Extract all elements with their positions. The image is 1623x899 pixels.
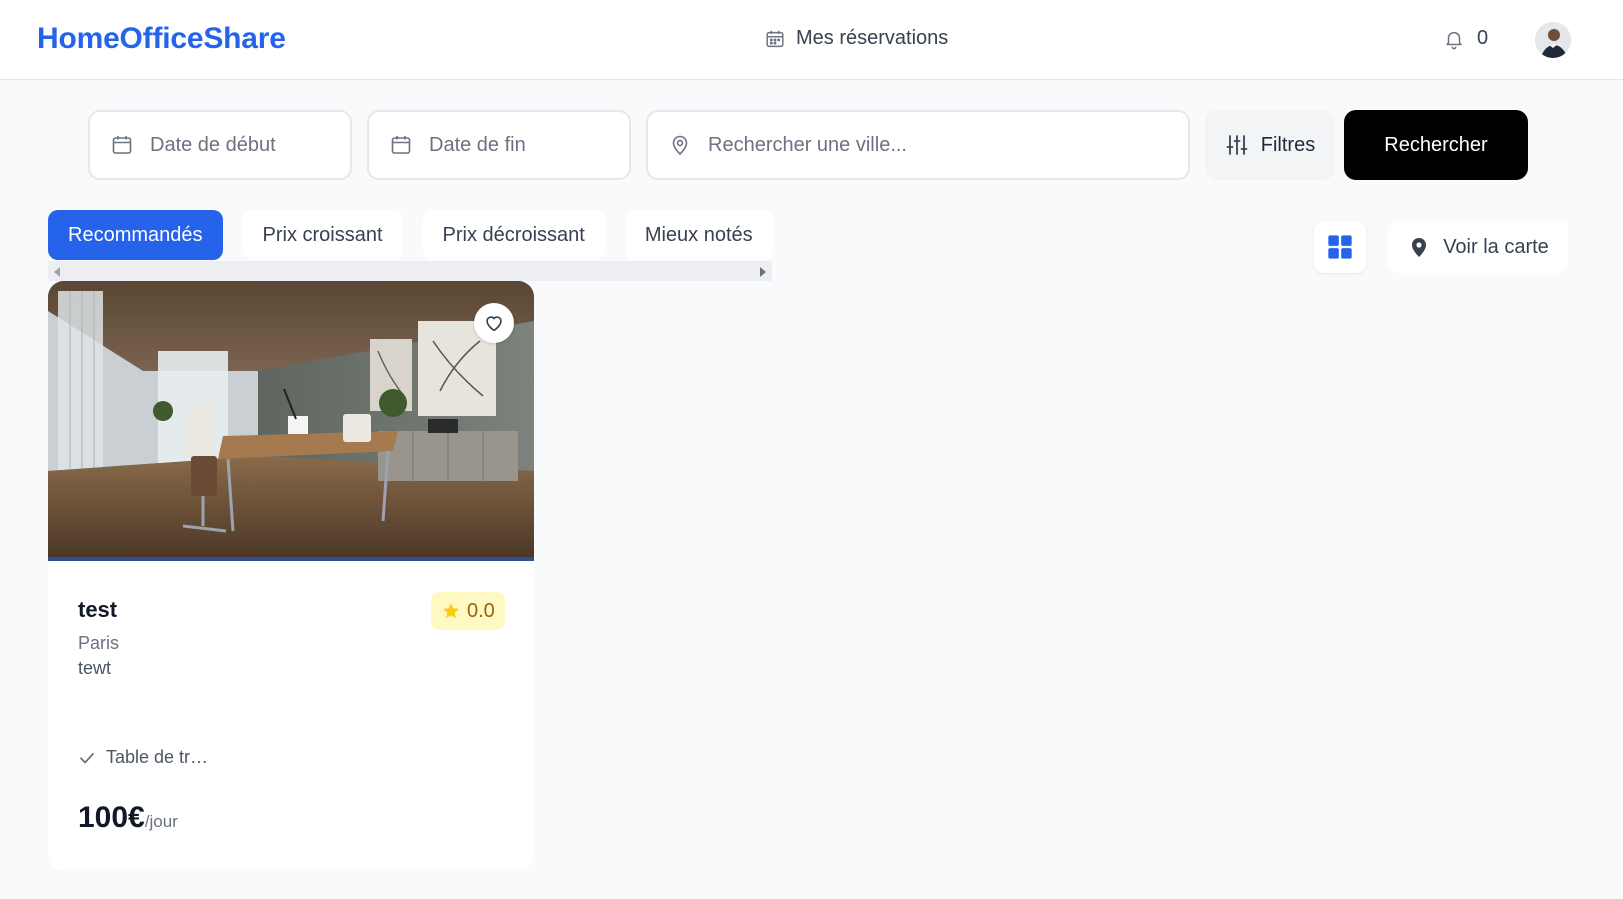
my-reservations-label: Mes réservations (796, 27, 949, 49)
bell-icon (1446, 31, 1462, 49)
amenity-label: Table de tr… (106, 747, 209, 767)
map-pin-icon (672, 135, 688, 156)
heart-icon (486, 316, 502, 332)
grid-view-toggle[interactable] (1314, 221, 1366, 273)
listing-price: 100€ /jour (78, 801, 178, 835)
sort-price-descending[interactable]: Prix décroissant (422, 210, 605, 260)
notifications-button[interactable]: 0 (1443, 27, 1488, 50)
notifications-count: 0 (1477, 27, 1489, 49)
search-button[interactable]: Rechercher (1344, 110, 1528, 180)
view-map-label: Voir la carte (1443, 235, 1549, 258)
listing-card[interactable]: test 0.0 Paris tewt Table de tr… 100€ /j… (48, 281, 534, 871)
start-date-field[interactable] (88, 110, 352, 180)
listing-photo (48, 281, 534, 561)
grid-icon (1328, 235, 1352, 259)
city-search-field[interactable] (646, 110, 1190, 180)
rating-value: 0.0 (467, 599, 495, 622)
calendar-icon (766, 30, 784, 47)
view-map-button[interactable]: Voir la carte (1388, 221, 1568, 273)
filters-label: Filtres (1260, 133, 1316, 156)
rating-badge: 0.0 (431, 592, 505, 630)
star-icon (443, 603, 459, 619)
avatar-image (1535, 22, 1571, 58)
filters-button[interactable]: Filtres (1205, 110, 1335, 180)
favorite-button[interactable] (474, 303, 514, 343)
user-avatar[interactable] (1535, 22, 1571, 58)
calendar-icon (112, 136, 132, 154)
end-date-input[interactable] (429, 133, 629, 157)
calendar-icon (391, 136, 411, 154)
price-amount: 100€ (78, 801, 145, 834)
price-unit: /jour (144, 812, 178, 831)
amenity-item: Table de tr… (78, 747, 208, 768)
start-date-input[interactable] (150, 133, 350, 157)
sort-recommended[interactable]: Recommandés (48, 210, 223, 260)
my-reservations-link[interactable]: Mes réservations (764, 27, 948, 50)
end-date-field[interactable] (367, 110, 631, 180)
city-search-input[interactable] (708, 133, 1188, 157)
listing-title: test (78, 597, 118, 622)
scroll-right-arrow[interactable] (760, 267, 766, 277)
scroll-left-arrow[interactable] (54, 267, 60, 277)
sort-scrollbar[interactable] (48, 261, 772, 281)
brand-logo[interactable]: HomeOfficeShare (37, 22, 286, 56)
sort-price-ascending[interactable]: Prix croissant (242, 210, 403, 260)
map-pin-filled-icon (1412, 238, 1427, 257)
sliders-icon (1226, 135, 1248, 155)
sort-options: Recommandés Prix croissant Prix décroiss… (48, 210, 773, 260)
check-icon (80, 752, 94, 763)
sort-top-rated[interactable]: Mieux notés (624, 210, 773, 260)
listing-city: Paris (78, 633, 120, 653)
top-header: HomeOfficeShare Mes réservations 0 (0, 0, 1623, 80)
listing-description: tewt (78, 658, 112, 678)
